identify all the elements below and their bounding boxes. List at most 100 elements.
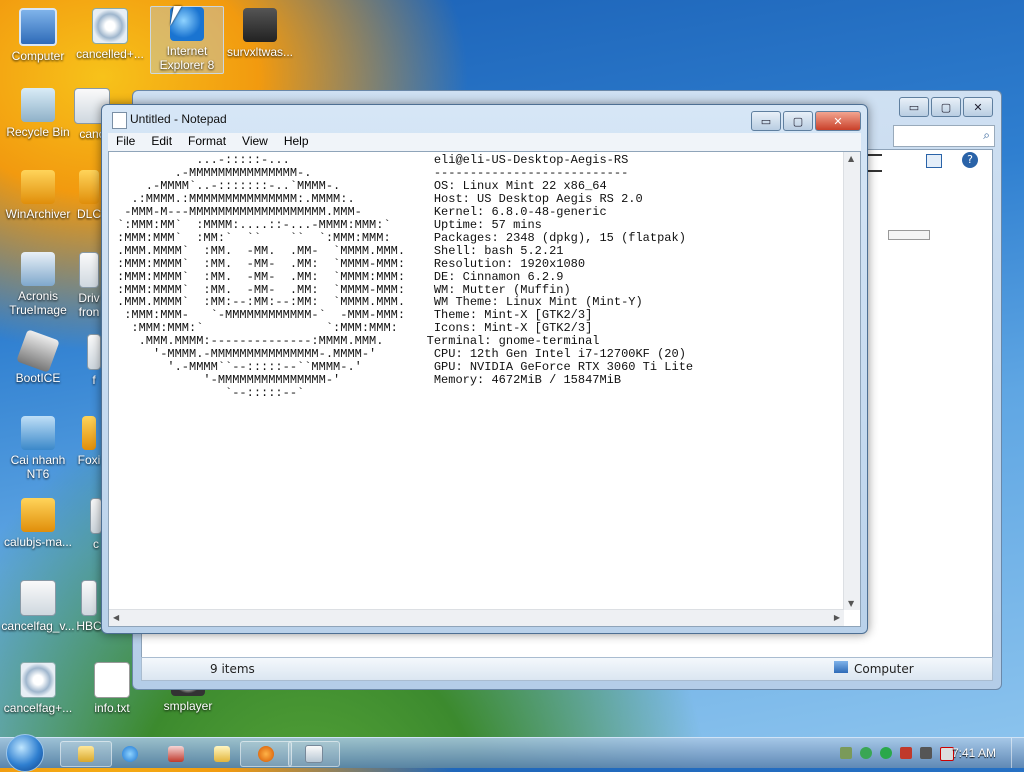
recycle-bin-icon (21, 88, 55, 122)
maximize-icon: ▢ (792, 114, 804, 128)
scroll-down-icon[interactable]: ▼ (848, 599, 854, 608)
clock[interactable]: 7:41 AM (952, 746, 996, 760)
text-file-icon (94, 662, 130, 698)
notepad-close-button[interactable]: ✕ (815, 111, 861, 131)
taskbar-app[interactable] (150, 741, 202, 767)
menu-file[interactable]: File (108, 133, 143, 151)
flag-icon[interactable] (900, 747, 912, 759)
gear-icon (20, 662, 56, 698)
desktop-icon-label: Computer (11, 49, 65, 63)
menu-bar: File Edit Format View Help (108, 133, 861, 151)
desktop-icon-cancelled[interactable]: cancelled+... (72, 8, 148, 61)
bootice-icon (16, 329, 60, 373)
desktop-icon-cai-nhanh[interactable]: Cai nhanh NT6 (0, 416, 76, 481)
desktop-icon-label: smplayer (163, 699, 213, 713)
desktop-icon-label: survxltwas... (226, 45, 293, 59)
desktop-icon-label: Internet Explorer 8 (159, 44, 215, 72)
archive-icon (21, 170, 55, 204)
desktop-icon-label: Driv fron (78, 291, 100, 319)
gear-icon (92, 8, 128, 44)
taskbar: 7:41 AM (0, 734, 1024, 772)
notepad-window-controls: ▭ ▢ ✕ (751, 111, 861, 131)
archive-icon (21, 498, 55, 532)
phone-icon (21, 416, 55, 450)
scroll-up-icon[interactable]: ▲ (848, 154, 854, 163)
explorer-maximize-button[interactable]: ▢ (931, 97, 961, 117)
close-icon: ✕ (833, 114, 843, 128)
desktop-icon-label: f (92, 373, 96, 387)
desktop-icon-label: info.txt (94, 701, 130, 715)
computer-icon (834, 661, 848, 673)
desktop-icon-bootice[interactable]: BootICE (0, 329, 76, 385)
desktop-icon-dlc[interactable]: DLC (76, 170, 102, 221)
app-icon (168, 746, 184, 762)
desktop-icon-label: cancelfag_v... (1, 619, 75, 633)
desktop-icon-label: Cai nhanh NT6 (10, 453, 66, 481)
desktop-icon-cancelfag-v[interactable]: cancelfag_v... (0, 580, 76, 633)
computer-icon (19, 8, 57, 46)
status-location: Computer (854, 662, 914, 676)
capacity-bar (888, 230, 930, 240)
desktop-icon-hbc[interactable]: HBC (76, 580, 102, 633)
desktop-icon-label: DLC (76, 207, 101, 221)
notepad-minimize-button[interactable]: ▭ (751, 111, 781, 131)
minimize-icon: ▭ (908, 100, 920, 114)
explorer-minimize-button[interactable]: ▭ (899, 97, 929, 117)
close-icon: ✕ (973, 100, 983, 114)
notepad-window[interactable]: Untitled - Notepad ▭ ▢ ✕ File Edit Forma… (101, 104, 868, 634)
menu-format[interactable]: Format (180, 133, 234, 151)
editor-content[interactable]: ...-:::::-... eli@eli-US-Desktop-Aegis-R… (117, 154, 693, 400)
desktop-icon-label: Recycle Bin (6, 125, 70, 139)
document-icon (20, 580, 56, 616)
desktop-icon-cancelfag-plus[interactable]: cancelfag+... (0, 662, 76, 715)
folder-icon (78, 746, 94, 762)
scroll-left-icon[interactable]: ◀ (113, 613, 119, 622)
security-icon[interactable] (860, 747, 872, 759)
scroll-right-icon[interactable]: ▶ (834, 613, 840, 622)
archive-icon (79, 170, 99, 204)
desktop-icon-label: HBC (76, 619, 102, 633)
notepad-icon (305, 745, 323, 763)
explorer-search-input[interactable]: ⌕ (893, 125, 995, 147)
desktop-icon-winarchiver[interactable]: WinArchiver (0, 170, 76, 221)
preview-pane-icon[interactable] (926, 154, 942, 168)
system-tray: 7:41 AM (784, 738, 1024, 768)
help-icon[interactable]: ? (962, 152, 978, 168)
desktop-icon-label: cancelfag+... (3, 701, 73, 715)
desktop-icon-acronis[interactable]: Acronis TrueImage (0, 252, 76, 317)
taskbar-firefox[interactable] (240, 741, 292, 767)
desktop-icon-internet-explorer[interactable]: Internet Explorer 8 (150, 6, 224, 74)
internet-explorer-icon (122, 746, 138, 762)
desktop-icon-f[interactable]: f (86, 334, 102, 387)
vertical-scrollbar[interactable]: ▲ ▼ (843, 152, 860, 610)
desktop-icon-calubjs[interactable]: calubjs-ma... (0, 498, 76, 549)
notepad-maximize-button[interactable]: ▢ (783, 111, 813, 131)
desktop-icon-foxi[interactable]: Foxi (76, 416, 102, 467)
status-item-count: 9 items (210, 662, 255, 676)
taskbar-ie[interactable] (104, 741, 156, 767)
desktop-icon-driv[interactable]: Driv fron (76, 252, 102, 319)
start-button[interactable] (6, 734, 44, 772)
acronis-icon (21, 252, 55, 286)
explorer-close-button[interactable]: ✕ (963, 97, 993, 117)
desktop-icon-survxltwas[interactable]: survxltwas... (222, 8, 298, 59)
desktop-icon-computer[interactable]: Computer (0, 8, 76, 63)
desktop-icon-label: WinArchiver (5, 207, 71, 221)
horizontal-scrollbar[interactable]: ◀ ▶ (109, 609, 844, 626)
minimize-icon: ▭ (760, 114, 772, 128)
play-icon[interactable] (880, 747, 892, 759)
text-editor[interactable]: ...-:::::-... eli@eli-US-Desktop-Aegis-R… (108, 151, 861, 627)
network-icon[interactable] (840, 747, 852, 759)
view-menu-icon[interactable] (868, 154, 882, 172)
desktop-icon-label: Foxi (77, 453, 101, 467)
menu-help[interactable]: Help (276, 133, 317, 151)
document-icon (79, 252, 99, 288)
menu-view[interactable]: View (234, 133, 276, 151)
desktop-icon-recycle-bin[interactable]: Recycle Bin (0, 88, 76, 139)
display-icon[interactable] (920, 747, 932, 759)
pin-icon (214, 746, 230, 762)
show-desktop-button[interactable] (1011, 738, 1024, 768)
desktop-icon-label: BootICE (15, 371, 61, 385)
taskbar-notepad[interactable] (288, 741, 340, 767)
menu-edit[interactable]: Edit (143, 133, 180, 151)
